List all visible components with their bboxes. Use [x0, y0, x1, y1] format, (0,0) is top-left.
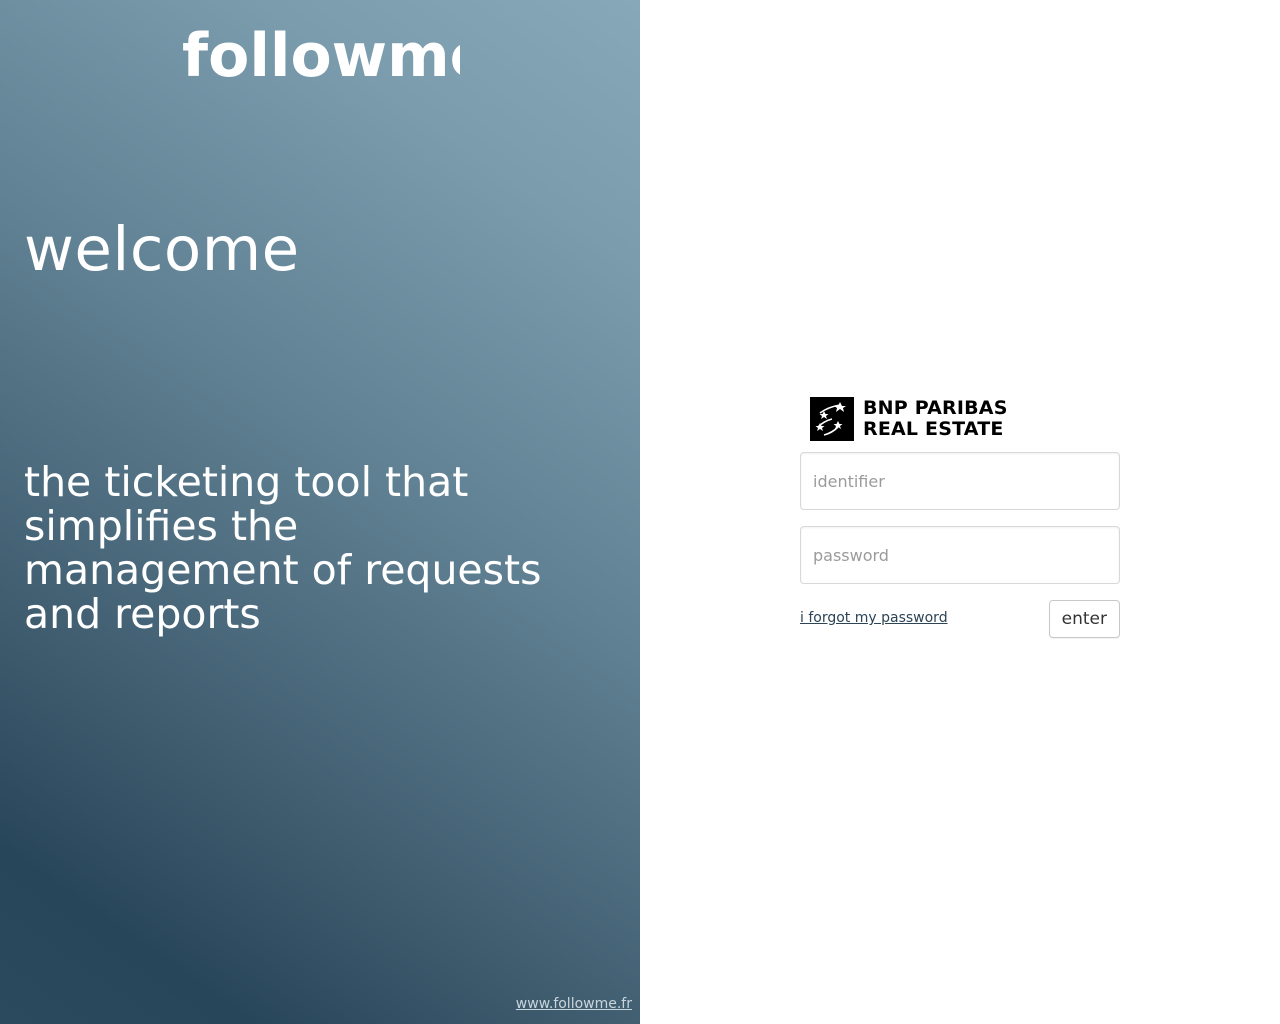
followme-logo-icon: followme: [182, 21, 460, 91]
company-logo: BNP PARIBAS REAL ESTATE: [810, 396, 1120, 442]
enter-button[interactable]: enter: [1048, 600, 1120, 638]
password-input[interactable]: [800, 526, 1120, 584]
company-name-line2: REAL ESTATE: [863, 418, 1004, 440]
hero-panel: followme welcome the ticketing tool that…: [0, 0, 640, 1024]
website-link[interactable]: www.followme.fr: [516, 996, 632, 1012]
identifier-input[interactable]: [800, 452, 1120, 510]
followme-logo-text: followme: [182, 21, 460, 91]
tagline-text: the ticketing tool that simplifies the m…: [24, 458, 542, 638]
login-form: BNP PARIBAS REAL ESTATE i forgot my pass…: [800, 396, 1120, 638]
forgot-password-link[interactable]: i forgot my password: [800, 610, 948, 626]
company-name: BNP PARIBAS REAL ESTATE: [863, 398, 1008, 440]
company-name-line1: BNP PARIBAS: [863, 397, 1008, 419]
bnp-stars-icon: [810, 397, 854, 441]
login-panel: BNP PARIBAS REAL ESTATE i forgot my pass…: [640, 0, 1280, 1024]
form-actions: i forgot my password enter: [800, 600, 1120, 638]
login-page: followme welcome the ticketing tool that…: [0, 0, 1280, 1024]
followme-logo: followme: [180, 14, 460, 94]
welcome-heading: welcome: [24, 214, 300, 285]
